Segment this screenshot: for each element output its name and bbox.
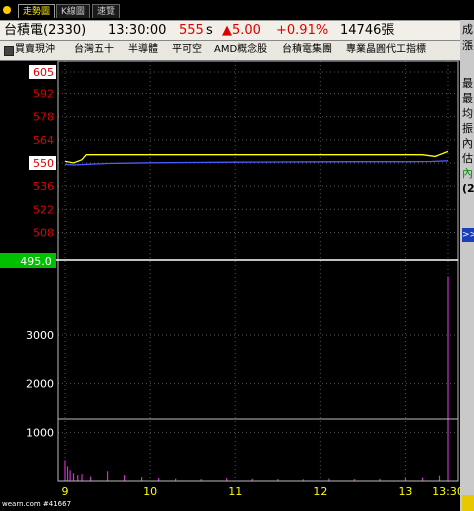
price-tick-label: 508	[33, 226, 54, 239]
volume-axis-label: 495.0	[20, 255, 52, 268]
time-tick-label: 12	[313, 485, 327, 498]
category-semiconductor[interactable]: 半導體	[128, 41, 158, 59]
checkbox-icon[interactable]	[4, 46, 14, 56]
quote-price-suffix: s	[206, 23, 213, 38]
expand-button[interactable]: >>	[462, 228, 474, 242]
side-label: 均	[462, 107, 473, 120]
quote-change-pct: +0.91%	[276, 23, 329, 38]
price-tick-label: 536	[33, 180, 54, 193]
side-label: 最	[462, 77, 473, 90]
side-label: 振	[462, 122, 473, 135]
category-bar: 買賣現沖 台灣五十 半導體 平可空 AMD概念股 台積電集團 專業晶圓代工指標	[0, 41, 474, 61]
time-tick-label: 11	[228, 485, 242, 498]
category-tsmc-group[interactable]: 台積電集團	[282, 41, 332, 59]
side-label: 內	[462, 137, 473, 150]
footer-watermark: wearn.com #41667	[2, 500, 72, 508]
category-short-sell[interactable]: 平可空	[172, 41, 202, 59]
category-amd-concept[interactable]: AMD概念股	[214, 41, 267, 59]
tab-quick-view[interactable]: 速覽	[92, 4, 121, 18]
quote-volume: 14746張	[340, 23, 395, 38]
category-foundry-index[interactable]: 專業晶圓代工指標	[346, 41, 426, 59]
intraday-chart: 605 592 578 564 550 536 522 508 3000 2000 1000 9 1…	[0, 61, 460, 501]
tab-bar: 走勢圖 K線圖 速覽	[0, 0, 474, 20]
right-info-panel: 成 漲 最 最 均 振 內 估 內 (2 >>	[460, 20, 474, 511]
price-tick-label: 592	[33, 88, 54, 101]
price-tick-label: 578	[33, 111, 54, 124]
chart-background	[0, 61, 460, 501]
side-label: (2	[462, 182, 474, 195]
side-label: 內	[462, 167, 473, 180]
price-tick-label: 550	[33, 157, 54, 170]
category-taiwan50[interactable]: 台灣五十	[74, 41, 114, 59]
quote-price: 555	[179, 23, 204, 38]
volume-tick-label: 1000	[26, 426, 54, 439]
time-tick-label: 13:30	[432, 485, 460, 498]
volume-tick-label: 2000	[26, 378, 54, 391]
price-tick-label: 564	[33, 134, 54, 147]
stock-name[interactable]: 台積電(2330)	[4, 21, 86, 40]
side-label: 估	[462, 152, 473, 165]
side-label: 成	[462, 23, 473, 36]
quote-bar: 台積電(2330) 13:30:00 555 s ▲5.00 +0.91% 14…	[0, 20, 474, 41]
side-label: 最	[462, 92, 473, 105]
quote-change: ▲5.00	[222, 23, 261, 38]
indicator-icon	[3, 6, 11, 14]
time-tick-label: 9	[62, 485, 69, 498]
volume-tick-label: 3000	[26, 329, 54, 342]
tab-candlestick-chart[interactable]: K線圖	[56, 4, 90, 18]
tab-trend-chart[interactable]: 走勢圖	[18, 4, 56, 18]
quote-time: 13:30:00	[108, 23, 167, 38]
price-tick-label: 605	[33, 66, 54, 79]
side-label: 漲	[462, 39, 473, 52]
side-yellow-strip	[462, 495, 474, 511]
time-tick-label: 13	[398, 485, 412, 498]
price-tick-label: 522	[33, 203, 54, 216]
time-tick-label: 10	[143, 485, 157, 498]
buy-sell-day-trade[interactable]: 買賣現沖	[15, 41, 55, 59]
